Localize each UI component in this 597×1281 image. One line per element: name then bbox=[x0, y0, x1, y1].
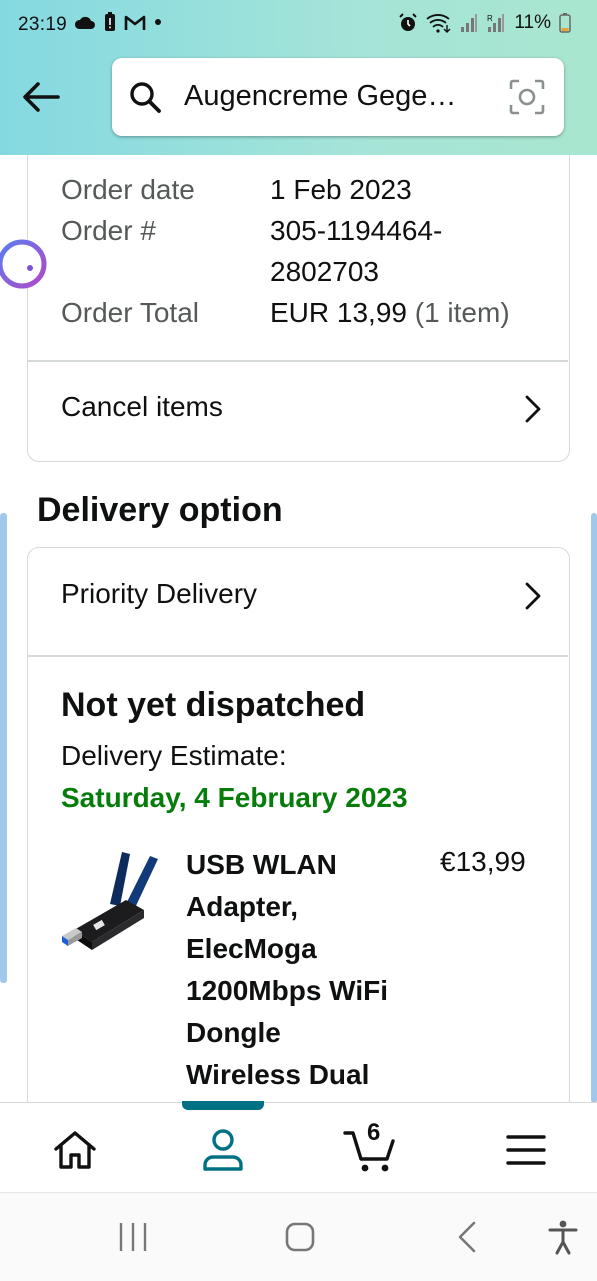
product-title-line: 1200Mbps WiFi bbox=[186, 975, 389, 1006]
divider bbox=[28, 655, 568, 657]
delivery-estimate-date: Saturday, 4 February 2023 bbox=[61, 782, 408, 813]
active-tab-indicator bbox=[182, 1101, 264, 1110]
order-total-amount: EUR 13,99 bbox=[270, 297, 407, 328]
priority-delivery-button[interactable]: Priority Delivery bbox=[28, 548, 568, 648]
order-item-count: (1 item) bbox=[414, 297, 510, 328]
order-total-label: Order Total bbox=[61, 297, 199, 328]
order-date-value: 1 Feb 2023 bbox=[270, 174, 412, 205]
account-icon[interactable] bbox=[198, 1125, 248, 1175]
dispatch-status: Not yet dispatched bbox=[61, 686, 366, 724]
battery-percent: 11% bbox=[514, 12, 551, 33]
back-arrow-icon[interactable] bbox=[20, 76, 62, 118]
delivery-estimate-label: Delivery Estimate: bbox=[61, 740, 287, 771]
product-image[interactable] bbox=[60, 848, 164, 960]
gmail-icon bbox=[124, 15, 146, 30]
accessibility-icon[interactable] bbox=[543, 1217, 583, 1257]
assistant-bubble-icon[interactable] bbox=[0, 238, 48, 290]
product-title-line: Adapter, bbox=[186, 891, 299, 922]
product-price: €13,99 bbox=[440, 846, 526, 877]
svg-text:R: R bbox=[487, 14, 493, 23]
recents-icon[interactable] bbox=[113, 1217, 153, 1257]
signal-roaming-icon: R bbox=[487, 14, 505, 32]
camera-search-icon[interactable] bbox=[508, 78, 546, 116]
signal-icon bbox=[461, 14, 478, 32]
dot-icon bbox=[155, 19, 161, 25]
wifi-icon bbox=[426, 14, 451, 33]
search-icon bbox=[130, 82, 161, 113]
bottom-navigation: 6 bbox=[0, 1101, 597, 1192]
priority-delivery-label: Priority Delivery bbox=[61, 578, 258, 609]
product-title-line: ElecMoga bbox=[186, 933, 317, 964]
home-circle-icon[interactable] bbox=[280, 1217, 320, 1257]
left-edge-panel-handle[interactable] bbox=[0, 513, 7, 983]
cancel-items-label: Cancel items bbox=[61, 391, 223, 422]
product-title[interactable]: USB WLAN Adapter, ElecMoga 1200Mbps WiFi… bbox=[186, 844, 426, 1096]
chevron-right-icon bbox=[525, 582, 541, 610]
status-time: 23:19 bbox=[18, 14, 68, 35]
status-bar: 23:19 R 11% bbox=[0, 0, 597, 52]
chevron-right-icon bbox=[525, 395, 541, 423]
order-summary-card: Order date 1 Feb 2023 Order # 305-119446… bbox=[27, 155, 570, 462]
order-number-value: 305-1194464- bbox=[270, 215, 443, 246]
status-right-icons: R 11% bbox=[398, 12, 571, 34]
delivery-card: Priority Delivery Not yet dispatched Del… bbox=[27, 547, 570, 1102]
cart-button[interactable]: 6 bbox=[343, 1119, 403, 1175]
status-left-icons bbox=[74, 12, 162, 32]
product-title-line: Dongle bbox=[186, 1017, 281, 1048]
order-number-label: Order # bbox=[61, 215, 156, 246]
cart-count-badge: 6 bbox=[367, 1119, 381, 1146]
scrollbar[interactable] bbox=[591, 513, 597, 1103]
search-input[interactable]: Augencreme Gege… bbox=[184, 80, 496, 113]
battery-alert-icon bbox=[105, 12, 115, 31]
battery-icon bbox=[559, 13, 571, 33]
cancel-items-button[interactable]: Cancel items bbox=[28, 361, 568, 461]
app-header: 23:19 R 11% Augencreme Gege… bbox=[0, 0, 597, 155]
home-icon[interactable] bbox=[50, 1125, 100, 1175]
order-number-value-cont: 2802703 bbox=[270, 256, 380, 287]
order-total-value: EUR 13,99 (1 item) bbox=[270, 297, 510, 329]
product-title-line: Wireless Dual bbox=[186, 1059, 370, 1090]
alarm-icon bbox=[399, 13, 418, 31]
delivery-option-heading: Delivery option bbox=[37, 491, 283, 529]
system-navigation-bar bbox=[0, 1192, 597, 1281]
order-details-content[interactable]: Order date 1 Feb 2023 Order # 305-119446… bbox=[0, 155, 597, 1102]
order-date-label: Order date bbox=[61, 174, 195, 205]
menu-icon[interactable] bbox=[502, 1125, 552, 1175]
back-icon[interactable] bbox=[448, 1217, 488, 1257]
cloud-icon bbox=[74, 16, 95, 29]
product-title-line: USB WLAN bbox=[186, 849, 337, 880]
search-bar[interactable]: Augencreme Gege… bbox=[112, 58, 564, 136]
